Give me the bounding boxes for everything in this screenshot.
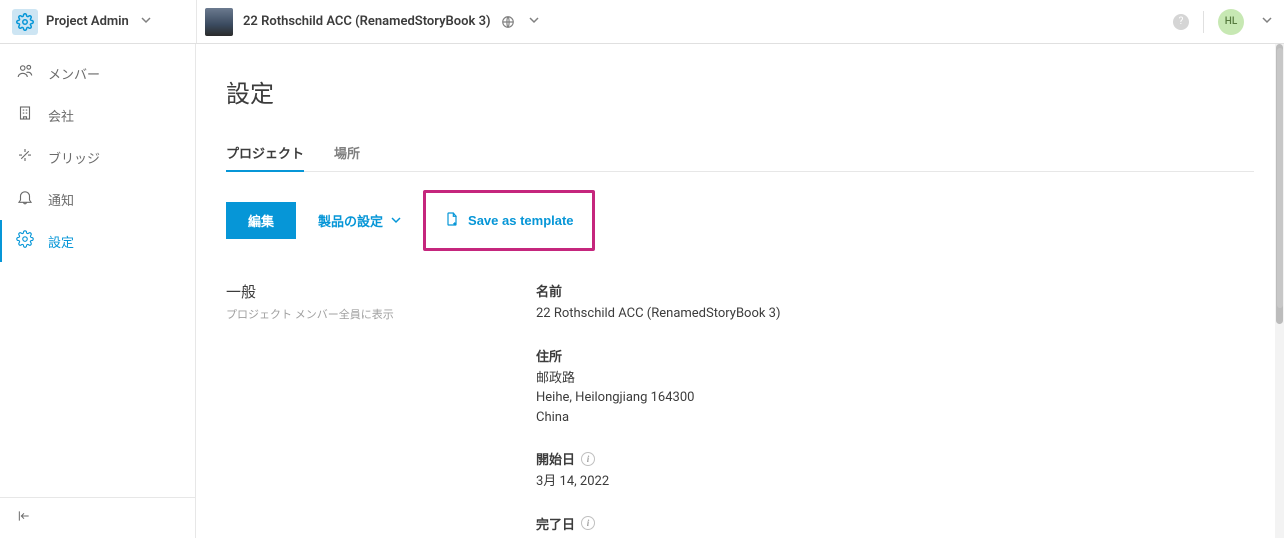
product-settings-button[interactable]: 製品の設定	[314, 203, 405, 238]
chevron-down-icon	[141, 14, 151, 29]
gear-icon	[16, 230, 34, 252]
sidebar-list: メンバー 会社 ブリッジ 通知	[0, 44, 195, 497]
main: メンバー 会社 ブリッジ 通知	[0, 44, 1284, 538]
start-date-label: 開始日 i	[536, 449, 781, 468]
sidebar-item-notifications[interactable]: 通知	[0, 178, 195, 220]
user-avatar[interactable]: HL	[1218, 9, 1244, 35]
project-picker[interactable]: 22 Rothschild ACC (RenamedStoryBook 3)	[196, 0, 539, 43]
chevron-down-icon	[529, 14, 539, 29]
sidebar-item-company[interactable]: 会社	[0, 94, 195, 136]
chevron-down-icon[interactable]	[1262, 14, 1272, 29]
sidebar-item-members[interactable]: メンバー	[0, 52, 195, 94]
chevron-down-icon	[391, 213, 401, 228]
sidebar-item-label: ブリッジ	[48, 148, 100, 167]
collapse-icon	[16, 508, 32, 524]
end-date-label: 完了日 i	[536, 514, 781, 533]
help-icon[interactable]: ?	[1173, 14, 1189, 30]
file-plus-icon	[444, 211, 460, 230]
field-end-date: 完了日 i 3月 13, 2025	[536, 514, 781, 538]
field-start-date: 開始日 i 3月 14, 2022	[536, 449, 781, 492]
project-admin-gear-icon	[12, 9, 38, 35]
content: 設定 プロジェクト 場所 編集 製品の設定 Save as template	[196, 44, 1284, 538]
name-label: 名前	[536, 281, 781, 300]
sidebar-item-label: 会社	[48, 106, 74, 125]
sidebar-item-label: 通知	[48, 190, 74, 209]
field-address: 住所 邮政路 Heihe, Heilongjiang 164300 China	[536, 346, 781, 428]
name-value: 22 Rothschild ACC (RenamedStoryBook 3)	[536, 304, 781, 324]
tab-project[interactable]: プロジェクト	[226, 135, 304, 172]
actions-row: 編集 製品の設定 Save as template	[226, 190, 1254, 251]
sidebar-collapse[interactable]	[0, 497, 195, 538]
save-as-template-label: Save as template	[468, 213, 574, 228]
bridge-icon	[16, 146, 34, 168]
edit-button[interactable]: 編集	[226, 202, 296, 239]
general-heading: 一般	[226, 281, 476, 302]
general-section-header: 一般 プロジェクト メンバー全員に表示	[226, 281, 476, 538]
general-subheading: プロジェクト メンバー全員に表示	[226, 306, 476, 322]
sidebar: メンバー 会社 ブリッジ 通知	[0, 44, 196, 538]
window-scrollbar[interactable]	[1276, 44, 1284, 538]
settings-body: 一般 プロジェクト メンバー全員に表示 名前 22 Rothschild ACC…	[226, 281, 1254, 538]
page-title: 設定	[226, 74, 1254, 109]
sidebar-item-label: メンバー	[48, 64, 100, 83]
globe-icon	[501, 15, 515, 29]
project-thumbnail	[205, 8, 233, 36]
address-value: 邮政路 Heihe, Heilongjiang 164300 China	[536, 369, 781, 428]
members-icon	[16, 62, 34, 84]
info-icon[interactable]: i	[581, 452, 595, 466]
field-name: 名前 22 Rothschild ACC (RenamedStoryBook 3…	[536, 281, 781, 324]
product-settings-label: 製品の設定	[318, 211, 383, 230]
divider	[1203, 11, 1204, 33]
scrollbar-thumb[interactable]	[1277, 48, 1283, 308]
info-icon[interactable]: i	[581, 516, 595, 530]
address-line3: China	[536, 408, 781, 428]
project-name: 22 Rothschild ACC (RenamedStoryBook 3)	[243, 14, 491, 29]
sidebar-item-settings[interactable]: 設定	[0, 220, 195, 262]
start-date-label-text: 開始日	[536, 449, 575, 468]
company-icon	[16, 104, 34, 126]
address-label: 住所	[536, 346, 781, 365]
save-as-template-button[interactable]: Save as template	[440, 203, 578, 238]
tab-location[interactable]: 場所	[334, 135, 360, 171]
bell-icon	[16, 188, 34, 210]
app-label: Project Admin	[46, 14, 129, 29]
highlight-annotation: Save as template	[423, 190, 595, 251]
end-date-label-text: 完了日	[536, 514, 575, 533]
topbar-right: ? HL	[1173, 9, 1272, 35]
sidebar-item-label: 設定	[48, 232, 74, 251]
address-line1: 邮政路	[536, 369, 781, 389]
sidebar-item-bridge[interactable]: ブリッジ	[0, 136, 195, 178]
topbar: Project Admin 22 Rothschild ACC (Renamed…	[0, 0, 1284, 44]
address-line2: Heihe, Heilongjiang 164300	[536, 388, 781, 408]
tabs: プロジェクト 場所	[226, 135, 1254, 172]
start-date-value: 3月 14, 2022	[536, 472, 781, 492]
fields-column: 名前 22 Rothschild ACC (RenamedStoryBook 3…	[536, 281, 781, 538]
app-switcher[interactable]: Project Admin	[12, 9, 196, 35]
